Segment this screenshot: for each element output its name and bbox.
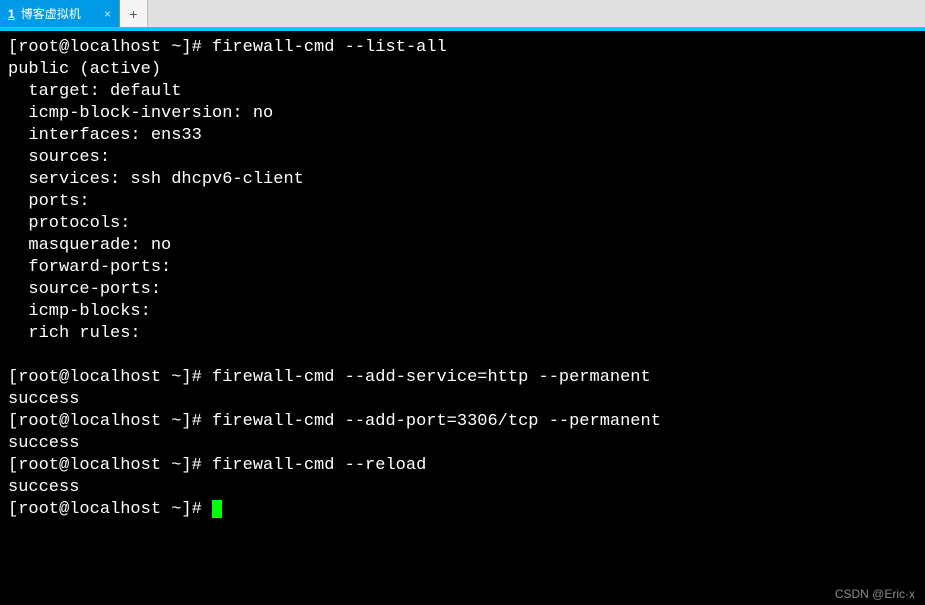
terminal-line: [root@localhost ~]# firewall-cmd --add-s… <box>8 367 917 389</box>
tab-bar: 1 博客虚拟机 × + <box>0 0 925 28</box>
terminal-line: [root@localhost ~]# <box>8 499 917 521</box>
terminal-line: success <box>8 389 917 411</box>
terminal-line: services: ssh dhcpv6-client <box>8 169 917 191</box>
terminal-line: [root@localhost ~]# firewall-cmd --add-p… <box>8 411 917 433</box>
watermark: CSDN @Eric·x <box>835 587 915 601</box>
terminal-line: forward-ports: <box>8 257 917 279</box>
terminal-line: interfaces: ens33 <box>8 125 917 147</box>
terminal-line: public (active) <box>8 59 917 81</box>
terminal-line: rich rules: <box>8 323 917 345</box>
terminal-line <box>8 345 917 367</box>
terminal-line: [root@localhost ~]# firewall-cmd --list-… <box>8 37 917 59</box>
new-tab-button[interactable]: + <box>120 0 148 27</box>
terminal-line: masquerade: no <box>8 235 917 257</box>
terminal-output[interactable]: [root@localhost ~]# firewall-cmd --list-… <box>0 31 925 605</box>
terminal-line: icmp-block-inversion: no <box>8 103 917 125</box>
tab-number: 1 <box>8 7 15 21</box>
terminal-line: target: default <box>8 81 917 103</box>
tab-title: 博客虚拟机 <box>21 5 81 22</box>
tab-active[interactable]: 1 博客虚拟机 × <box>0 0 120 27</box>
terminal-line: icmp-blocks: <box>8 301 917 323</box>
terminal-line: ports: <box>8 191 917 213</box>
close-icon[interactable]: × <box>104 7 111 21</box>
terminal-cursor <box>212 500 222 518</box>
terminal-line: success <box>8 477 917 499</box>
terminal-line: protocols: <box>8 213 917 235</box>
terminal-line: success <box>8 433 917 455</box>
terminal-line: source-ports: <box>8 279 917 301</box>
terminal-line: [root@localhost ~]# firewall-cmd --reloa… <box>8 455 917 477</box>
terminal-line: sources: <box>8 147 917 169</box>
plus-icon: + <box>129 6 137 22</box>
